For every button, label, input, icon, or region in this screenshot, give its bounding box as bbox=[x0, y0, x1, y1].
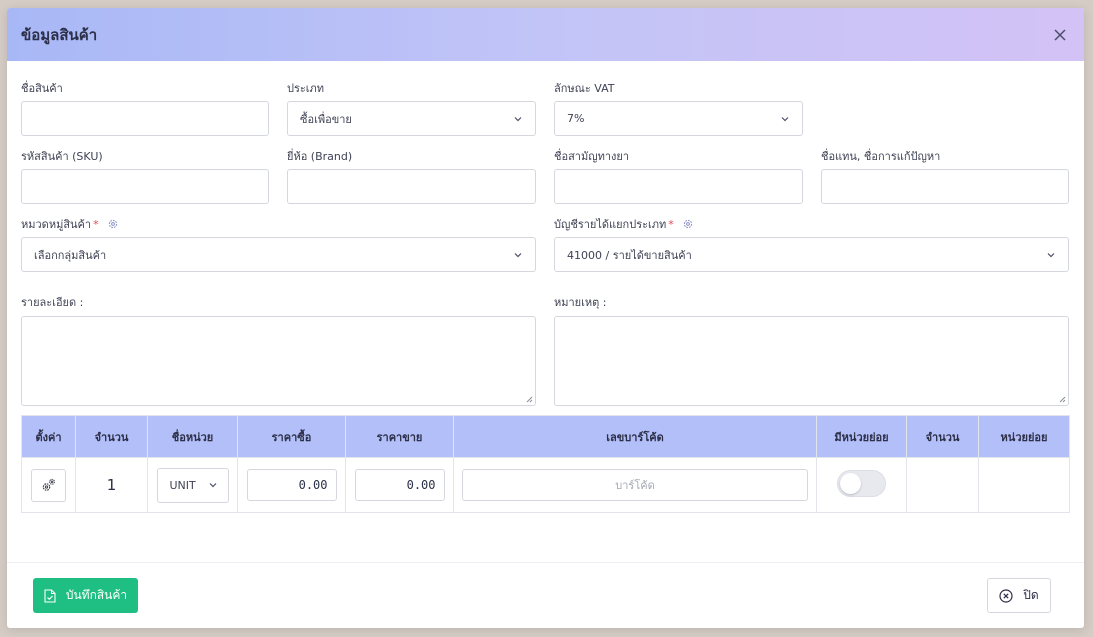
save-button-label: บันทึกสินค้า bbox=[65, 588, 128, 602]
toggle-knob bbox=[840, 473, 861, 494]
has-subunit-toggle[interactable] bbox=[837, 470, 886, 497]
close-icon[interactable] bbox=[1050, 25, 1070, 45]
unit-settings-button[interactable] bbox=[31, 468, 66, 502]
generic-name-input[interactable] bbox=[554, 169, 803, 204]
column-header-has-subunit: มีหน่วยย่อย bbox=[816, 415, 907, 458]
chevron-down-icon bbox=[1047, 252, 1055, 257]
vat-select[interactable]: 7% bbox=[554, 101, 803, 136]
units-table: ตั้งค่า จำนวน ชื่อหน่วย ราคาซื้อ ราคาขาย… bbox=[21, 415, 1070, 513]
chevron-down-icon bbox=[514, 252, 522, 257]
column-header-quantity: จำนวน bbox=[75, 415, 148, 458]
product-name-label: ชื่อสินค้า bbox=[21, 82, 63, 95]
type-select[interactable]: ซื้อเพื่อขาย bbox=[287, 101, 536, 136]
column-header-settings: ตั้งค่า bbox=[21, 415, 76, 458]
chevron-down-icon bbox=[514, 116, 522, 121]
column-header-barcode: เลขบาร์โค้ด bbox=[453, 415, 817, 458]
gear-icon[interactable] bbox=[107, 218, 119, 230]
category-select[interactable]: เลือกกลุ่มสินค้า bbox=[21, 237, 536, 272]
resize-handle-icon[interactable] bbox=[1058, 395, 1066, 403]
revenue-account-selected-value: 41000 / รายได้ขายสินค้า bbox=[567, 248, 692, 262]
footer-divider bbox=[7, 562, 1084, 563]
resize-handle-icon[interactable] bbox=[525, 395, 533, 403]
table-row: 1 UNIT 0.00 0.00 บาร์โค้ด bbox=[21, 457, 1070, 513]
units-table-header: ตั้งค่า จำนวน ชื่อหน่วย ราคาซื้อ ราคาขาย… bbox=[21, 415, 1070, 458]
save-product-button[interactable]: บันทึกสินค้า bbox=[33, 578, 138, 613]
sku-label: รหัสสินค้า (SKU) bbox=[21, 150, 103, 163]
gears-icon bbox=[42, 478, 55, 491]
close-button[interactable]: ปิด bbox=[987, 578, 1051, 613]
quantity-cell: 1 bbox=[75, 457, 148, 513]
close-button-label: ปิด bbox=[1023, 588, 1039, 602]
revenue-account-select[interactable]: 41000 / รายได้ขายสินค้า bbox=[554, 237, 1069, 272]
barcode-input[interactable]: บาร์โค้ด bbox=[462, 469, 808, 501]
column-header-subunit: หน่วยย่อย bbox=[978, 415, 1070, 458]
save-document-icon bbox=[44, 588, 56, 603]
buy-price-cell: 0.00 bbox=[237, 457, 346, 513]
has-subunit-cell bbox=[816, 457, 907, 513]
vat-selected-value: 7% bbox=[567, 112, 585, 125]
product-name-input[interactable] bbox=[21, 101, 269, 136]
barcode-cell: บาร์โค้ด bbox=[453, 457, 817, 513]
details-textarea[interactable] bbox=[21, 316, 536, 406]
sub-quantity-cell bbox=[906, 457, 979, 513]
generic-name-label: ชื่อสามัญทางยา bbox=[554, 150, 630, 163]
close-circle-icon bbox=[999, 588, 1013, 603]
vat-label: ลักษณะ VAT bbox=[554, 82, 615, 95]
brand-input[interactable] bbox=[287, 169, 536, 204]
sell-price-input[interactable]: 0.00 bbox=[354, 469, 445, 501]
details-label: รายละเอียด : bbox=[21, 296, 84, 309]
unit-quantity: 1 bbox=[106, 476, 117, 494]
type-selected-value: ซื้อเพื่อขาย bbox=[300, 112, 352, 126]
gear-icon[interactable] bbox=[682, 218, 694, 230]
remarks-textarea[interactable] bbox=[554, 316, 1069, 406]
sell-price-cell: 0.00 bbox=[345, 457, 454, 513]
column-header-sell-price: ราคาขาย bbox=[345, 415, 454, 458]
unit-name-value: UNIT bbox=[169, 478, 196, 492]
settings-cell bbox=[21, 457, 76, 513]
sku-input[interactable] bbox=[21, 169, 269, 204]
remarks-label: หมายเหตุ : bbox=[554, 296, 607, 309]
required-mark: * bbox=[93, 218, 99, 231]
brand-label: ยี่ห้อ (Brand) bbox=[287, 150, 353, 163]
alias-label: ชื่อแทน, ชื่อการแก้ปัญหา bbox=[821, 150, 941, 163]
buy-price-input[interactable]: 0.00 bbox=[246, 469, 337, 501]
dialog-header: ข้อมูลสินค้า bbox=[7, 8, 1084, 61]
unit-cell: UNIT bbox=[147, 457, 238, 513]
revenue-account-label: บัญชีรายได้แยกประเภท * bbox=[554, 215, 694, 233]
column-header-unit-name: ชื่อหน่วย bbox=[147, 415, 238, 458]
category-selected-value: เลือกกลุ่มสินค้า bbox=[34, 248, 107, 262]
unit-name-select[interactable]: UNIT bbox=[156, 467, 229, 503]
chevron-down-icon bbox=[781, 116, 789, 121]
column-header-sub-quantity: จำนวน bbox=[906, 415, 979, 458]
type-label: ประเภท bbox=[287, 82, 325, 95]
subunit-cell bbox=[978, 457, 1070, 513]
required-mark: * bbox=[668, 218, 674, 231]
dialog-title: ข้อมูลสินค้า bbox=[21, 25, 98, 44]
product-info-dialog: ข้อมูลสินค้า ชื่อสินค้า ประเภท ซื้อเพื่อ… bbox=[7, 8, 1084, 628]
alias-input[interactable] bbox=[821, 169, 1069, 204]
chevron-down-icon bbox=[209, 483, 216, 488]
column-header-buy-price: ราคาซื้อ bbox=[237, 415, 346, 458]
category-label: หมวดหมู่สินค้า * bbox=[21, 215, 119, 233]
